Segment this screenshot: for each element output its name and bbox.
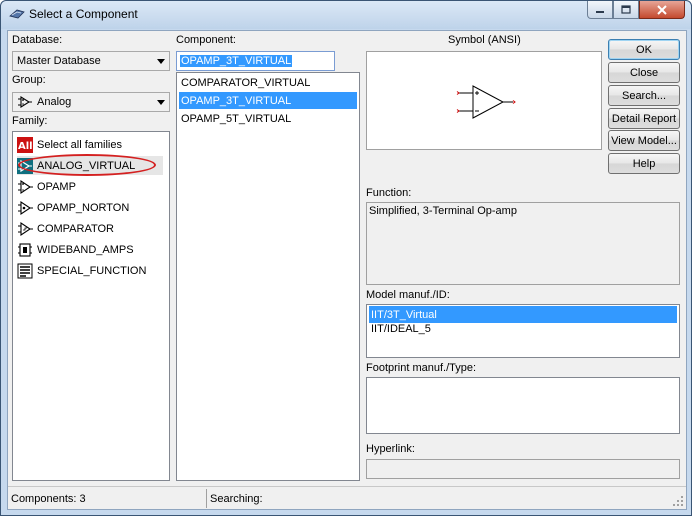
- footprint-label: Footprint manuf./Type:: [366, 362, 477, 374]
- component-search-input[interactable]: OPAMP_3T_VIRTUAL: [176, 51, 335, 71]
- close-icon: [657, 4, 667, 15]
- family-item-all[interactable]: All Select all families: [17, 135, 122, 154]
- family-item-opamp-norton[interactable]: OPAMP_NORTON: [17, 198, 129, 217]
- function-box: Simplified, 3-Terminal Op-amp: [366, 202, 680, 285]
- search-button-label: Search...: [621, 89, 667, 102]
- component-count: Components: 3: [8, 490, 204, 507]
- maximize-icon: [621, 5, 631, 14]
- family-item-label: SPECIAL_FUNCTION: [37, 264, 147, 277]
- function-text: Simplified, 3-Terminal Op-amp: [369, 205, 517, 217]
- model-label: Model manuf./ID:: [366, 289, 450, 301]
- database-select[interactable]: Master Database: [12, 51, 170, 71]
- model-item-label: IIT/3T_Virtual: [371, 308, 437, 321]
- help-button-label: Help: [632, 157, 656, 170]
- all-families-icon: All: [17, 136, 33, 153]
- family-item-opamp[interactable]: OPAMP: [17, 177, 76, 196]
- model-item[interactable]: IIT/IDEAL_5: [369, 320, 677, 337]
- searching-status: Searching:: [207, 490, 677, 507]
- opamp-icon: [17, 179, 33, 195]
- svg-text:All: All: [18, 141, 33, 152]
- opamp-symbol-icon: [456, 85, 516, 119]
- detail-report-button-label: Detail Report: [611, 112, 677, 125]
- detail-report-button[interactable]: Detail Report: [608, 108, 680, 129]
- family-list[interactable]: All Select all families ANALOG_VIRTUAL O…: [12, 131, 170, 481]
- status-bar: Components: 3 Searching:: [8, 486, 686, 509]
- group-select[interactable]: Analog: [12, 92, 170, 112]
- family-item-label: OPAMP_NORTON: [37, 201, 130, 214]
- hyperlink-label: Hyperlink:: [366, 443, 415, 455]
- component-label: Component:: [176, 34, 236, 46]
- help-button[interactable]: Help: [608, 153, 680, 174]
- title-bar[interactable]: Select a Component: [1, 1, 691, 29]
- family-item-label: ANALOG_VIRTUAL: [37, 159, 136, 172]
- group-label: Group:: [12, 74, 46, 86]
- chevron-down-icon: [153, 52, 169, 70]
- family-item-label: WIDEBAND_AMPS: [37, 243, 134, 256]
- model-item-label: IIT/IDEAL_5: [371, 322, 431, 335]
- special-function-icon: [17, 263, 33, 279]
- search-button[interactable]: Search...: [608, 85, 680, 106]
- family-item-label: OPAMP: [37, 180, 76, 193]
- family-item-analog-virtual[interactable]: ANALOG_VIRTUAL: [17, 156, 163, 175]
- component-item-label: COMPARATOR_VIRTUAL: [181, 76, 311, 89]
- component-item[interactable]: OPAMP_5T_VIRTUAL: [179, 110, 357, 127]
- component-item-label: OPAMP_3T_VIRTUAL: [181, 94, 292, 107]
- maximize-button[interactable]: [613, 1, 639, 19]
- database-label: Database:: [12, 34, 63, 46]
- analog-virtual-icon: [17, 157, 33, 174]
- view-model-button-label: View Model...: [611, 134, 677, 147]
- family-item-label: COMPARATOR: [37, 222, 115, 235]
- family-item-wideband-amps[interactable]: WIDEBAND_AMPS: [17, 240, 134, 259]
- minimize-button[interactable]: [587, 1, 613, 19]
- component-item-label: OPAMP_5T_VIRTUAL: [181, 112, 292, 125]
- component-input-value: OPAMP_3T_VIRTUAL: [180, 55, 293, 67]
- model-list[interactable]: IIT/3T_Virtual IIT/IDEAL_5: [366, 304, 680, 358]
- hyperlink-field[interactable]: [366, 459, 680, 479]
- close-button-label: Close: [629, 66, 659, 79]
- resize-grip-icon[interactable]: [672, 495, 684, 507]
- chevron-down-icon: [153, 93, 169, 111]
- ok-button-label: OK: [636, 43, 652, 56]
- family-item-label: Select all families: [37, 138, 122, 151]
- opamp-norton-icon: [17, 200, 33, 216]
- dialog-window: Select a Component Database: Master Data…: [0, 0, 692, 516]
- component-item[interactable]: COMPARATOR_VIRTUAL: [179, 74, 357, 91]
- component-list[interactable]: COMPARATOR_VIRTUAL OPAMP_3T_VIRTUAL OPAM…: [176, 72, 360, 481]
- database-value: Master Database: [17, 55, 101, 67]
- symbol-preview: [366, 51, 602, 150]
- function-label: Function:: [366, 187, 412, 199]
- searching-status-text: Searching:: [210, 492, 263, 505]
- component-item-selected[interactable]: OPAMP_3T_VIRTUAL: [179, 92, 357, 109]
- wideband-amps-icon: [17, 242, 33, 258]
- view-model-button[interactable]: View Model...: [608, 130, 680, 151]
- footprint-list[interactable]: [366, 377, 680, 434]
- group-value: Analog: [37, 96, 72, 108]
- component-count-text: Components: 3: [11, 492, 86, 505]
- symbol-label: Symbol (ANSI): [448, 34, 521, 46]
- comparator-icon: [17, 221, 33, 237]
- family-item-special-function[interactable]: SPECIAL_FUNCTION: [17, 261, 146, 280]
- dialog-body: Database: Master Database Group: Analog …: [7, 30, 687, 510]
- app-icon: [9, 9, 25, 19]
- window-title: Select a Component: [29, 7, 138, 21]
- close-window-button[interactable]: [639, 1, 685, 19]
- family-item-comparator[interactable]: COMPARATOR: [17, 219, 114, 238]
- family-label: Family:: [12, 115, 48, 127]
- close-button[interactable]: Close: [608, 62, 680, 83]
- minimize-icon: [596, 10, 604, 13]
- ok-button[interactable]: OK: [608, 39, 680, 60]
- analog-group-icon: [17, 94, 33, 110]
